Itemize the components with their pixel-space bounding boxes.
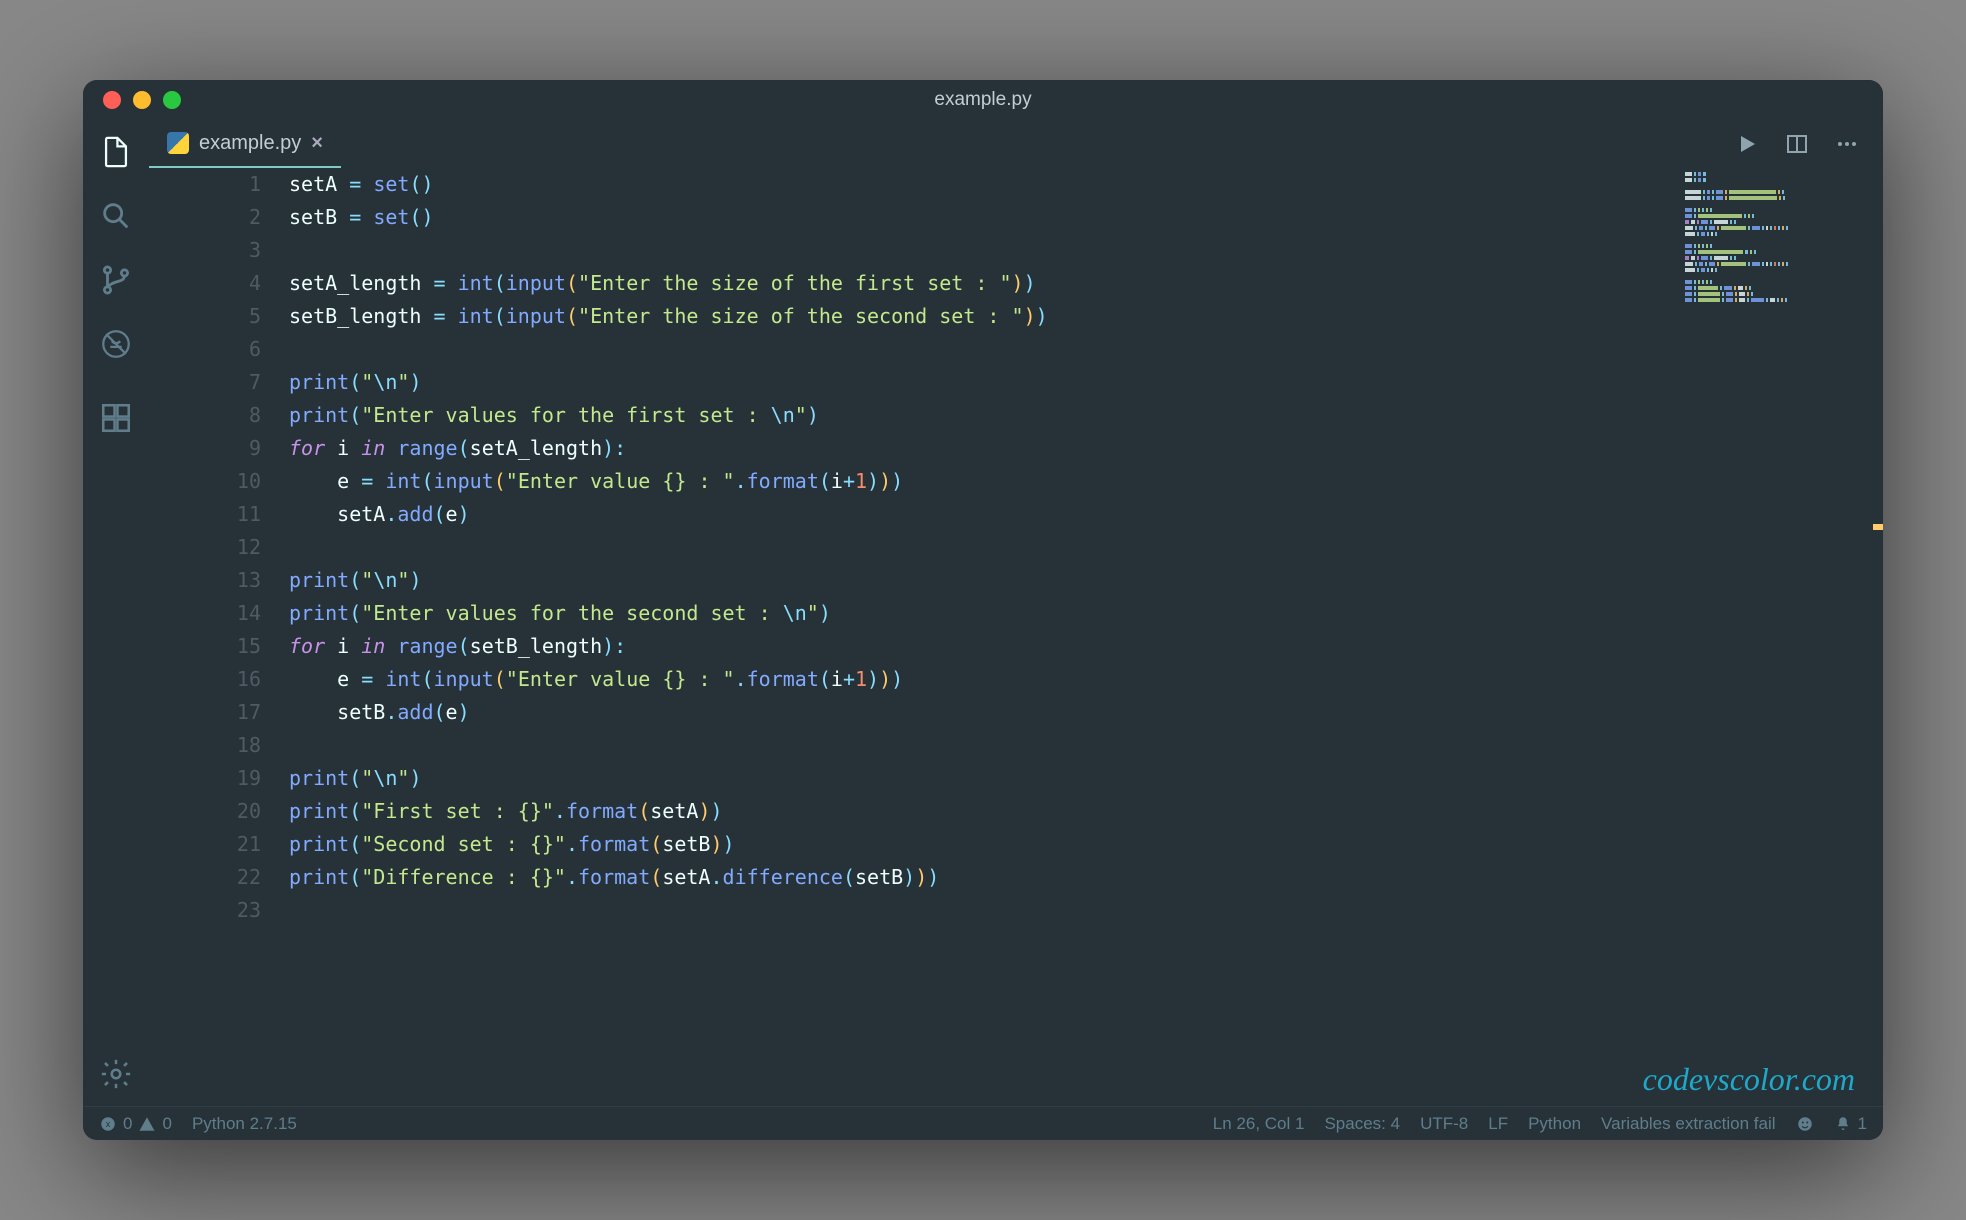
svg-text:x: x <box>106 1119 111 1129</box>
line-number-gutter: 1234567891011121314151617181920212223 <box>149 168 289 1106</box>
code-line[interactable]: print("First set : {}".format(setA)) <box>289 795 1883 828</box>
error-count: 0 <box>123 1114 132 1134</box>
line-number: 3 <box>149 234 261 267</box>
close-window-button[interactable] <box>103 91 121 109</box>
close-tab-icon[interactable]: × <box>311 132 323 155</box>
status-extra[interactable]: Variables extraction fail <box>1601 1114 1776 1134</box>
settings-gear-icon[interactable] <box>98 1056 134 1092</box>
line-number: 18 <box>149 729 261 762</box>
code-line[interactable]: print("Enter values for the first set : … <box>289 399 1883 432</box>
notification-count: 1 <box>1858 1114 1867 1134</box>
line-number: 13 <box>149 564 261 597</box>
code-line[interactable] <box>289 729 1883 762</box>
code-line[interactable]: print("\n") <box>289 366 1883 399</box>
code-line[interactable]: e = int(input("Enter value {} : ".format… <box>289 663 1883 696</box>
status-bar: x 0 0 Python 2.7.15 Ln 26, Col 1 Spaces:… <box>83 1106 1883 1140</box>
extensions-icon[interactable] <box>98 400 134 436</box>
window-controls <box>83 91 181 109</box>
maximize-window-button[interactable] <box>163 91 181 109</box>
line-number: 5 <box>149 300 261 333</box>
status-eol[interactable]: LF <box>1488 1114 1508 1134</box>
status-problems[interactable]: x 0 0 <box>99 1114 172 1134</box>
activity-bar <box>83 120 149 1106</box>
status-language[interactable]: Python <box>1528 1114 1581 1134</box>
line-number: 23 <box>149 894 261 927</box>
line-number: 2 <box>149 201 261 234</box>
line-number: 7 <box>149 366 261 399</box>
status-indent[interactable]: Spaces: 4 <box>1324 1114 1400 1134</box>
explorer-icon[interactable] <box>98 134 134 170</box>
code-line[interactable]: print("Second set : {}".format(setB)) <box>289 828 1883 861</box>
code-line[interactable]: setA_length = int(input("Enter the size … <box>289 267 1883 300</box>
code-line[interactable]: for i in range(setB_length): <box>289 630 1883 663</box>
split-editor-icon[interactable] <box>1785 132 1809 156</box>
line-number: 22 <box>149 861 261 894</box>
code-line[interactable] <box>289 333 1883 366</box>
line-number: 16 <box>149 663 261 696</box>
code-line[interactable]: setA.add(e) <box>289 498 1883 531</box>
more-actions-icon[interactable] <box>1835 132 1859 156</box>
search-icon[interactable] <box>98 198 134 234</box>
line-number: 6 <box>149 333 261 366</box>
source-control-icon[interactable] <box>98 262 134 298</box>
code-line[interactable]: setA = set() <box>289 168 1883 201</box>
line-number: 20 <box>149 795 261 828</box>
code-line[interactable] <box>289 234 1883 267</box>
status-cursor[interactable]: Ln 26, Col 1 <box>1213 1114 1305 1134</box>
code-line[interactable]: print("\n") <box>289 564 1883 597</box>
line-number: 11 <box>149 498 261 531</box>
status-interpreter[interactable]: Python 2.7.15 <box>192 1114 297 1134</box>
line-number: 19 <box>149 762 261 795</box>
line-number: 15 <box>149 630 261 663</box>
code-line[interactable]: for i in range(setA_length): <box>289 432 1883 465</box>
line-number: 17 <box>149 696 261 729</box>
overview-ruler <box>1873 168 1883 1106</box>
code-line[interactable]: setB = set() <box>289 201 1883 234</box>
code-line[interactable]: print("Enter values for the second set :… <box>289 597 1883 630</box>
status-encoding[interactable]: UTF-8 <box>1420 1114 1468 1134</box>
editor-window: example.py <box>83 80 1883 1140</box>
warning-count: 0 <box>162 1114 171 1134</box>
code-content[interactable]: setA = set()setB = set() setA_length = i… <box>289 168 1883 1106</box>
titlebar: example.py <box>83 80 1883 120</box>
line-number: 12 <box>149 531 261 564</box>
code-line[interactable]: setB_length = int(input("Enter the size … <box>289 300 1883 333</box>
status-feedback-icon[interactable] <box>1796 1115 1814 1133</box>
code-editor[interactable]: 1234567891011121314151617181920212223 se… <box>149 168 1883 1106</box>
code-line[interactable] <box>289 894 1883 927</box>
run-icon[interactable] <box>1735 132 1759 156</box>
tab-example-py[interactable]: example.py × <box>149 120 341 168</box>
status-notifications[interactable]: 1 <box>1834 1114 1867 1134</box>
python-file-icon <box>167 132 189 154</box>
tab-label: example.py <box>199 132 301 155</box>
code-line[interactable]: print("\n") <box>289 762 1883 795</box>
line-number: 9 <box>149 432 261 465</box>
line-number: 1 <box>149 168 261 201</box>
line-number: 8 <box>149 399 261 432</box>
line-number: 14 <box>149 597 261 630</box>
code-line[interactable] <box>289 531 1883 564</box>
line-number: 10 <box>149 465 261 498</box>
code-line[interactable]: setB.add(e) <box>289 696 1883 729</box>
window-title: example.py <box>83 89 1883 111</box>
debug-disabled-icon[interactable] <box>98 326 134 362</box>
line-number: 4 <box>149 267 261 300</box>
code-line[interactable]: e = int(input("Enter value {} : ".format… <box>289 465 1883 498</box>
line-number: 21 <box>149 828 261 861</box>
code-line[interactable]: print("Difference : {}".format(setA.diff… <box>289 861 1883 894</box>
minimize-window-button[interactable] <box>133 91 151 109</box>
tab-bar: example.py × <box>149 120 1883 168</box>
